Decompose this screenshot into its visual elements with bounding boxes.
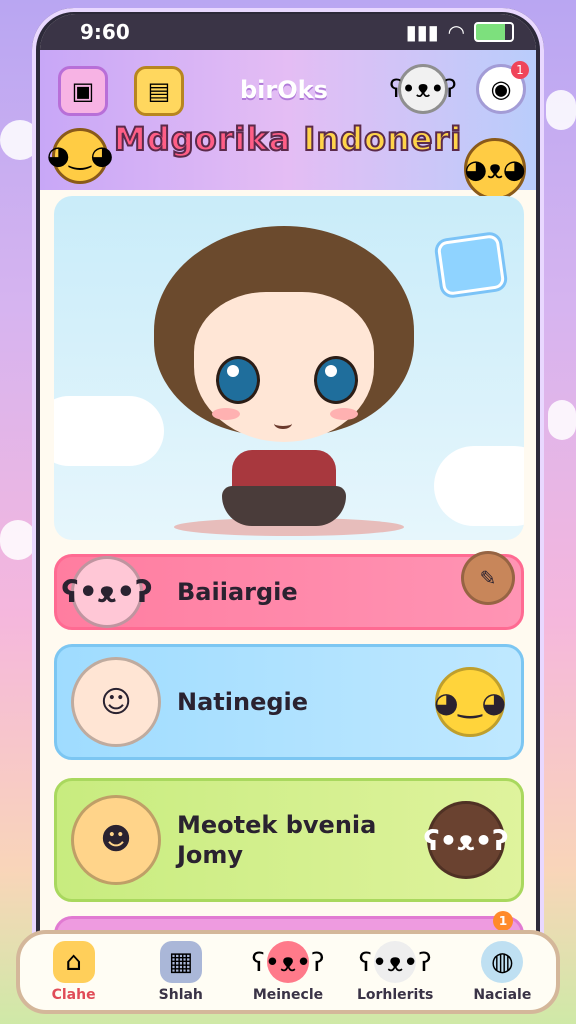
brand-word-2: Indoneri [302,119,463,159]
building-icon: ▦ [159,941,202,983]
brand-banner: Mdgorika Indoneri [113,119,463,159]
hero-cloud [434,446,524,526]
menu-card-label-line1: Meotek bvenia [177,811,377,839]
menu-card[interactable]: ʕ•ᴥ•ʔ Baiiargie ✎ [54,551,524,630]
bear-icon: ʕ•ᴥ•ʔ [251,941,324,983]
picture-frame-icon[interactable]: ▤ [134,66,184,116]
character-eye-left [216,356,260,404]
yellow-bear-mascot-icon: ◕‿◕ [47,128,113,184]
status-time: 9:60 [80,20,130,44]
app-title: birOks [240,76,328,104]
nav-label: Clahe [51,987,96,1003]
app-header: ▣ ▤ birOks ʕ•ᴥ•ʔ ◉ 1 ◕‿◕ Mdgorika Indone… [40,50,536,200]
girl-avatar-icon: ☺ [71,657,161,747]
nav-item-friends[interactable]: ʕ•ᴥ•ʔ Lorhlerits [345,941,445,1003]
photo-sticker-icon [436,233,506,297]
card4-badge: 1 [493,911,513,931]
background-cloud [546,90,576,130]
blonde-bear-avatar-icon: ☻ [71,795,161,885]
menu-card-label: Baiiargie [177,578,298,606]
nav-label: Naciale [473,987,532,1003]
battery-icon [474,22,514,42]
hero-cloud [54,396,164,466]
notification-badge: 1 [511,61,529,79]
menu-card[interactable]: ☻ Meotek bvenia Jomy ʕ•ᴥ•ʔ [54,778,524,902]
nav-label: Meinecle [252,987,324,1003]
character-mouth [274,418,292,429]
pink-bear-icon: ʕ•ᴥ•ʔ [61,556,153,628]
profile-avatar-icon[interactable]: ◉ 1 [476,61,529,114]
character-blush [212,408,240,420]
menu-card-label-line2: Jomy [177,841,244,869]
menu-card-label: Natinegie [177,688,309,716]
character-skirt [222,486,346,526]
brand-word-1: Mdgorika [113,119,292,159]
bear-face-icon[interactable]: ʕ•ᴥ•ʔ [389,64,457,114]
bear-pencil-icon: ✎ [461,551,515,605]
background-cloud [0,520,36,560]
character-blush [330,408,358,420]
signal-icon: ▮▮▮ [405,20,439,44]
nav-label: Lorhlerits [356,987,434,1003]
app-screen: 9:60 ▮▮▮ ◠ ▣ ▤ birOks ʕ•ᴥ•ʔ ◉ 1 ◕‿◕ Mdgo… [40,14,536,1002]
home-icon: ⌂ [52,941,95,983]
yellow-bear-mascot-icon: ◕ᴥ◕ [464,138,526,200]
status-bar: 9:60 ▮▮▮ ◠ [40,14,536,50]
character-eye-right [314,356,358,404]
bear-white-icon: ʕ•ᴥ•ʔ [359,941,432,983]
yellow-creature-icon: ◕‿◕ [434,667,506,737]
menu-card[interactable]: ☺ Natinegie ◕‿◕ [54,644,524,760]
wifi-icon: ◠ [448,20,464,44]
background-cloud [548,400,576,440]
nav-item-home[interactable]: ⌂ Clahe [24,941,124,1003]
nav-item-social[interactable]: ◍ Naciale [452,941,552,1003]
nav-label: Shlah [158,987,203,1003]
bottom-navigation: ⌂ Clahe ▦ Shlah ʕ•ᴥ•ʔ Meinecle ʕ•ᴥ•ʔ Lor… [16,930,560,1014]
menu-card-text: Meotek bvenia Jomy [177,810,376,870]
globe-icon: ◍ [481,941,524,983]
brown-bear-icon: ʕ•ᴥ•ʔ [423,801,509,879]
nav-item-shop[interactable]: ▦ Shlah [131,941,231,1003]
nav-item-pets[interactable]: ʕ•ᴥ•ʔ Meinecle [238,941,338,1003]
gallery-icon[interactable]: ▣ [58,66,108,116]
hero-character-panel [54,196,524,540]
